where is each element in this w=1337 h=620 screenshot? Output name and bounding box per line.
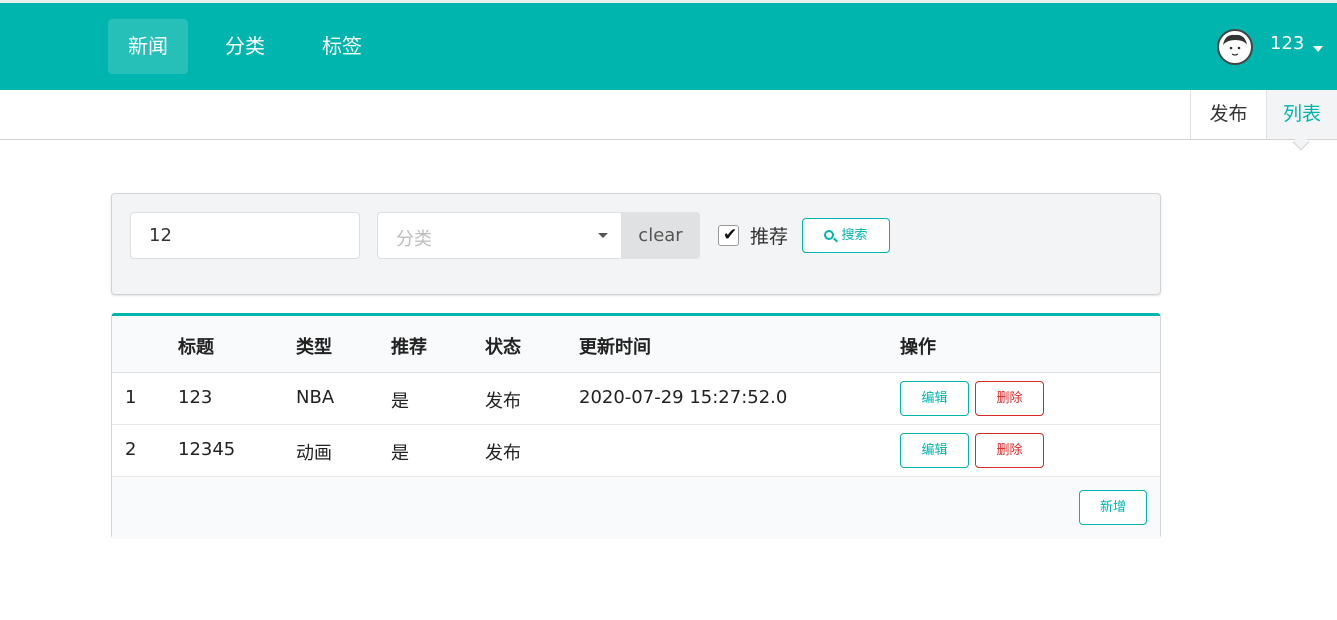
cell-index: 2 [125,439,137,460]
secondary-menu: 发布 列表 [0,90,1337,140]
tab-publish[interactable]: 发布 [1190,90,1266,139]
cell-title: 12345 [178,439,236,460]
nav-item-tags[interactable]: 标签 [302,19,382,74]
title-search-input[interactable] [130,212,360,259]
clear-button[interactable]: clear [621,212,700,259]
cell-updated: 2020-07-29 15:27:52.0 [579,387,788,408]
edit-button[interactable]: 编辑 [900,381,969,416]
category-placeholder: 分类 [396,229,432,250]
table-row: 2 12345 动画 是 发布 编辑 删除 [112,425,1160,477]
add-button[interactable]: 新增 [1079,490,1147,525]
cell-status: 发布 [485,391,521,412]
cell-recommend: 是 [391,391,409,412]
cell-type: NBA [296,387,335,408]
user-avatar[interactable] [1217,29,1253,65]
search-form: 分类 clear ✔ 推荐 搜索 [111,193,1161,295]
category-dropdown[interactable]: 分类 [377,212,622,259]
header-recommend: 推荐 [391,337,427,358]
delete-button[interactable]: 删除 [975,381,1044,416]
cell-status: 发布 [485,443,521,464]
header-title: 标题 [178,337,214,358]
cell-title: 123 [178,387,213,408]
avatar-face-icon [1223,34,1247,56]
search-button-label: 搜索 [841,228,868,243]
cell-index: 1 [125,387,137,408]
table-row: 1 123 NBA 是 发布 2020-07-29 15:27:52.0 编辑 … [112,373,1160,425]
search-icon [824,230,835,240]
recommend-checkbox[interactable]: ✔ [718,225,739,246]
cell-recommend: 是 [391,443,409,464]
delete-button[interactable]: 删除 [975,433,1044,468]
nav-item-category[interactable]: 分类 [205,19,285,74]
news-table: 标题 类型 推荐 状态 更新时间 操作 1 123 NBA 是 发布 2020-… [111,313,1161,539]
nav-item-news[interactable]: 新闻 [108,19,188,74]
search-button[interactable]: 搜索 [802,218,890,253]
table-header: 标题 类型 推荐 状态 更新时间 操作 [112,316,1160,373]
dropdown-caret-icon [598,233,608,238]
user-dropdown-caret-icon[interactable] [1313,46,1323,52]
header-type: 类型 [296,337,332,358]
cell-type: 动画 [296,443,332,464]
table-footer: 新增 [112,477,1160,539]
recommend-label[interactable]: 推荐 [750,222,788,249]
top-navbar: 新闻 分类 标签 123 [0,0,1337,90]
header-actions: 操作 [900,337,936,358]
edit-button[interactable]: 编辑 [900,433,969,468]
tab-list[interactable]: 列表 [1266,90,1337,139]
user-name[interactable]: 123 [1270,33,1304,54]
header-status: 状态 [485,337,521,358]
checkmark-icon: ✔ [723,225,738,245]
header-updated: 更新时间 [579,337,651,358]
